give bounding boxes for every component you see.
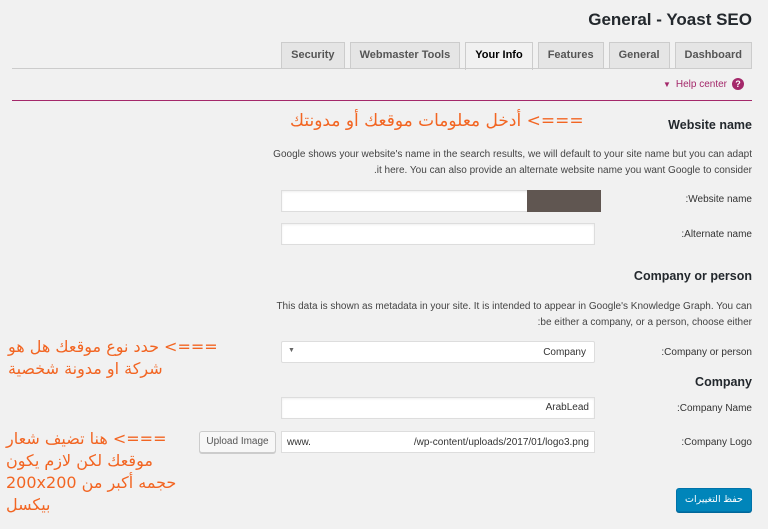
company-name-label: :Company Name (676, 403, 752, 414)
tab-your-info[interactable]: Your Info (465, 42, 533, 70)
help-center-label: Help center (675, 78, 727, 90)
company-or-person-description: This data is shown as metadata in your s… (276, 301, 752, 328)
company-logo-input[interactable]: www. /wp-content/uploads/2017/01/logo3.p… (281, 431, 595, 453)
annotation-logo-line3: حجمه أكبر من 200x200 (6, 473, 177, 492)
company-or-person-select[interactable]: ▼ Company (281, 341, 595, 363)
company-name-input[interactable]: ArabLead (281, 397, 595, 419)
tab-features[interactable]: Features (537, 42, 604, 69)
settings-tabs: Security Webmaster Tools Your Info Featu… (281, 42, 752, 70)
save-changes-button[interactable]: حفظ التغييرات (676, 488, 752, 512)
logo-url-prefix: www. (287, 437, 311, 448)
alternate-name-input[interactable] (281, 223, 595, 245)
tabs-divider (12, 68, 752, 69)
annotation-type: ===> حدد نوع موقعك هل هو شركة او مدونة ش… (8, 336, 270, 380)
company-or-person-label: :Company or person (661, 347, 752, 358)
website-name-description: Google shows your website's name in the … (273, 149, 752, 176)
company-logo-label: :Company Logo (681, 437, 752, 448)
annotation-logo: ===> هنا تضيف شعار موقعك لكن لازم يكون ح… (6, 428, 191, 516)
website-name-label: :Website name (685, 194, 752, 205)
annotation-logo-line1: ===> هنا تضيف شعار (6, 429, 167, 448)
tab-security[interactable]: Security (281, 42, 345, 69)
tab-dashboard[interactable]: Dashboard (674, 42, 752, 69)
question-icon: ? (732, 78, 744, 90)
annotation-type-line2: شركة او مدونة شخصية (8, 359, 163, 378)
tab-general[interactable]: General (608, 42, 670, 69)
annotation-logo-line2: موقعك لكن لازم يكون (6, 451, 153, 470)
company-heading: Company (695, 375, 752, 389)
annotation-website-info: ===> أدخل معلومات موقعك أو مدونتك (290, 111, 584, 131)
help-center-toggle[interactable]: ▼ Help center ? (663, 78, 744, 90)
tab-webmaster-tools[interactable]: Webmaster Tools (349, 42, 461, 69)
upload-image-button[interactable]: Upload Image (199, 431, 276, 453)
alternate-name-label: :Alternate name (681, 229, 752, 240)
dropdown-arrow-icon: ▼ (288, 347, 295, 354)
annotation-type-line1: ===> حدد نوع موقعك هل هو (8, 337, 218, 356)
annotation-logo-line4: بيكسل (6, 495, 51, 514)
redacted-block (527, 190, 601, 212)
website-name-heading: Website name (668, 118, 752, 132)
select-value: Company (543, 347, 586, 358)
help-divider (12, 100, 752, 101)
logo-url-path: /wp-content/uploads/2017/01/logo3.png (413, 437, 589, 448)
company-or-person-heading: Company or person (633, 269, 752, 283)
caret-down-icon: ▼ (662, 79, 671, 89)
page-title: General - Yoast SEO (588, 10, 752, 29)
